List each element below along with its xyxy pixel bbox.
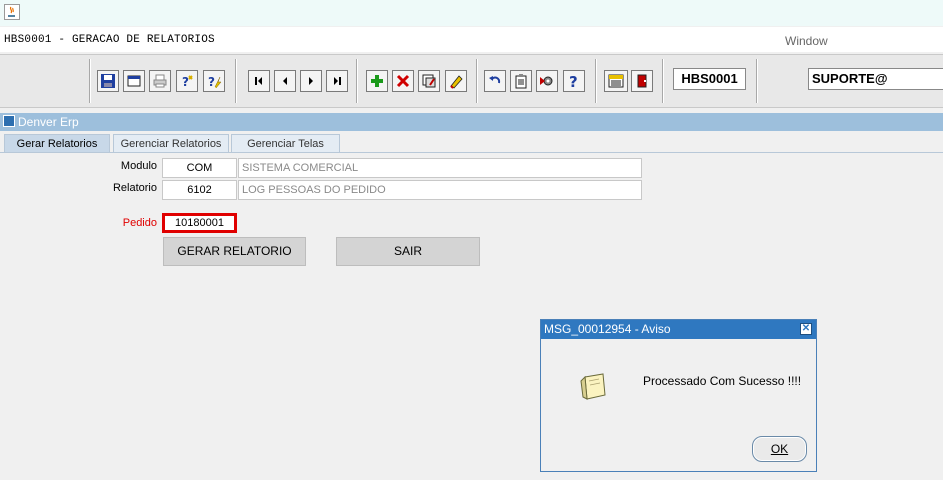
duplicate-record-button[interactable] — [418, 70, 440, 92]
first-record-icon — [255, 77, 262, 85]
toolbar-separator — [356, 59, 358, 103]
java-top-bar — [0, 0, 943, 26]
toolbar-separator — [662, 59, 664, 103]
note-icon — [580, 373, 606, 400]
relatorio-label: Relatorio — [112, 182, 157, 194]
print-button[interactable] — [149, 70, 171, 92]
inner-window-header: Denver Erp — [0, 113, 943, 131]
insert-record-button[interactable] — [366, 70, 388, 92]
execute-query-icon: ? — [208, 75, 222, 89]
toolbar-separator — [235, 59, 237, 103]
exit-button[interactable] — [631, 70, 653, 92]
close-icon[interactable]: ✕ — [800, 323, 812, 335]
tab-divider — [0, 152, 943, 153]
toolbar-separator — [756, 59, 758, 103]
next-record-button[interactable] — [300, 70, 322, 92]
relatorio-code-field[interactable]: 6102 — [162, 180, 237, 200]
save-button[interactable] — [97, 70, 119, 92]
ok-button[interactable]: OK — [752, 436, 807, 462]
user-field: SUPORTE@ — [808, 68, 943, 90]
screen-code-field: HBS0001 — [673, 68, 746, 90]
tab-gerar-relatorios[interactable]: Gerar Relatorios — [4, 134, 110, 153]
toolbar-separator — [89, 59, 91, 103]
message-dialog: MSG_00012954 - Aviso ✕ Processado Com Su… — [540, 319, 817, 472]
modulo-code-field[interactable]: COM — [162, 158, 237, 178]
window-menu[interactable]: Window — [785, 34, 828, 48]
pedido-field[interactable]: 10180001 — [162, 213, 237, 233]
exit-icon — [637, 74, 647, 88]
print-icon — [153, 74, 167, 88]
last-record-button[interactable] — [326, 70, 348, 92]
duplicate-record-icon — [422, 74, 436, 88]
help-query-icon: ? — [182, 75, 193, 89]
clipboard-button[interactable] — [510, 70, 532, 92]
title-bar: HBS0001 - GERACAO DE RELATORIOS Window — [0, 27, 943, 52]
svg-text:?: ? — [208, 75, 215, 89]
toolbar-separator — [595, 59, 597, 103]
menu-button[interactable] — [604, 70, 628, 92]
svg-text:?: ? — [182, 75, 189, 89]
settings-icon — [540, 76, 553, 86]
menu-icon — [608, 74, 624, 88]
exit-form-button[interactable]: SAIR — [336, 237, 480, 266]
svg-text:?: ? — [569, 73, 578, 89]
next-record-icon — [309, 77, 313, 85]
dialog-title: MSG_00012954 - Aviso — [541, 320, 816, 339]
relatorio-description-field: LOG PESSOAS DO PEDIDO — [238, 180, 642, 200]
app-window-icon — [3, 115, 15, 127]
window-button[interactable] — [123, 70, 145, 92]
modulo-description-field: SISTEMA COMERCIAL — [238, 158, 642, 178]
undo-icon — [489, 76, 501, 84]
app-title: HBS0001 - GERACAO DE RELATORIOS — [4, 34, 215, 46]
generate-report-button[interactable]: GERAR RELATORIO — [163, 237, 306, 266]
previous-record-button[interactable] — [274, 70, 296, 92]
edit-record-button[interactable] — [445, 70, 467, 92]
undo-button[interactable] — [484, 70, 506, 92]
delete-record-button[interactable] — [392, 70, 414, 92]
clipboard-icon — [515, 74, 527, 89]
tab-gerenciar-telas[interactable]: Gerenciar Telas — [231, 134, 340, 153]
dialog-message: Processado Com Sucesso !!!! — [643, 374, 802, 388]
settings-button[interactable] — [536, 70, 558, 92]
first-record-button[interactable] — [248, 70, 270, 92]
previous-record-icon — [283, 77, 287, 85]
inner-window-title: Denver Erp — [18, 115, 79, 129]
window-icon — [127, 75, 141, 87]
java-cup-icon — [4, 4, 20, 20]
tab-gerenciar-relatorios[interactable]: Gerenciar Relatorios — [113, 134, 229, 153]
toolbar-separator — [476, 59, 478, 103]
execute-query-button[interactable]: ? — [203, 70, 225, 92]
ok-button-label: OK — [770, 442, 789, 456]
edit-record-icon — [450, 75, 463, 89]
insert-record-icon — [371, 75, 383, 87]
help-button[interactable]: ? — [563, 70, 585, 92]
last-record-icon — [334, 77, 341, 85]
help-query-button[interactable]: ? — [176, 70, 198, 92]
help-icon: ? — [569, 73, 578, 89]
save-icon — [101, 74, 115, 88]
pedido-label: Pedido — [122, 217, 157, 229]
delete-record-icon — [396, 74, 410, 88]
modulo-label: Modulo — [120, 160, 157, 172]
